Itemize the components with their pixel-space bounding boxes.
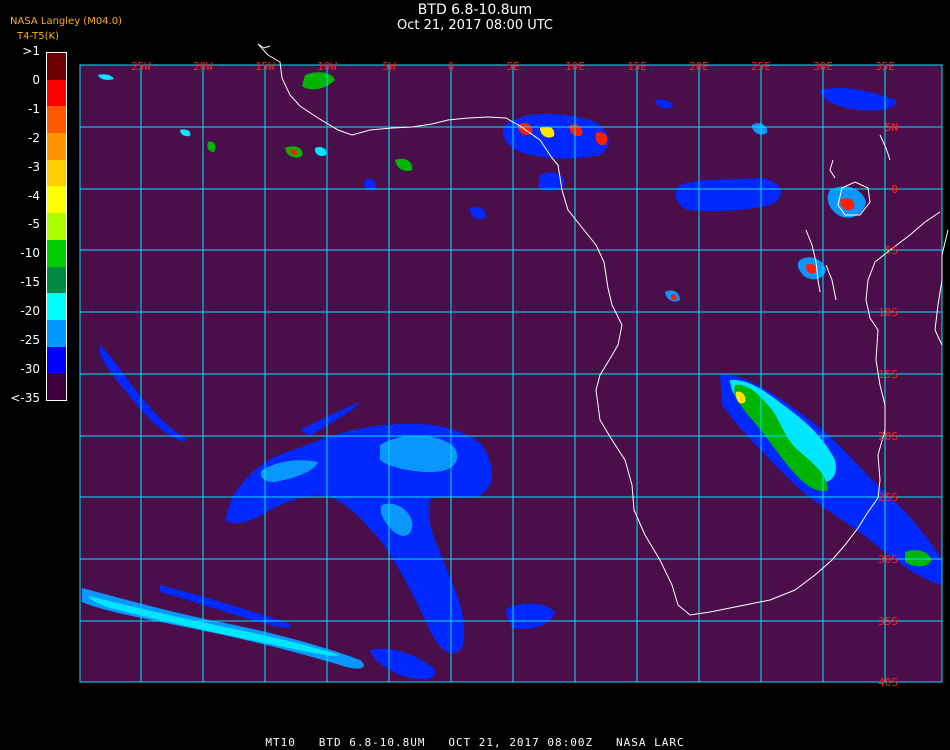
latitude-label: 30S — [878, 553, 898, 566]
source-label: NASA Langley (M04.0) — [10, 16, 122, 27]
legend-label: 0 — [32, 72, 40, 87]
latitude-label: 5N — [885, 121, 898, 134]
longitude-label: 35E — [875, 60, 895, 73]
legend-label: -2 — [28, 130, 40, 145]
legend-swatch — [47, 79, 66, 107]
legend-swatch — [47, 213, 66, 241]
map-title: BTD 6.8-10.8um — [417, 2, 533, 18]
legend-label: -15 — [20, 275, 40, 290]
legend-swatch — [47, 293, 66, 321]
legend-label: -4 — [28, 188, 40, 203]
satellite-map: 25W 20W 15W 10W 5W 0 5E 10E 15E 20E 25E 30E 35E 5N 0 5… — [79, 43, 949, 689]
map-timestamp: Oct 21, 2017 08:00 UTC — [397, 18, 553, 33]
latitude-label: 10S — [878, 306, 898, 319]
legend-swatch — [47, 373, 66, 401]
latitude-label: 40S — [878, 676, 898, 689]
longitude-label: 10E — [565, 60, 585, 73]
legend-label: -30 — [20, 361, 40, 376]
legend-label: >1 — [22, 44, 40, 58]
latitude-label: 25S — [878, 491, 898, 504]
legend-label: <-35 — [10, 390, 40, 405]
legend-swatch — [47, 133, 66, 161]
latitude-label: 20S — [878, 430, 898, 443]
longitude-label: 0 — [448, 60, 455, 73]
latitude-label: 35S — [878, 615, 898, 628]
legend-swatch — [47, 53, 66, 81]
latitude-label: 15S — [878, 368, 898, 381]
legend-label: -25 — [20, 333, 40, 347]
legend-label: -3 — [28, 159, 40, 174]
color-legend — [46, 52, 67, 401]
legend-swatch — [47, 159, 66, 187]
legend-label: -5 — [28, 217, 40, 232]
longitude-label: 15W — [255, 60, 275, 73]
longitude-label: 25W — [131, 60, 151, 73]
latitude-label: 5S — [885, 244, 898, 257]
longitude-label: 15E — [627, 60, 647, 73]
longitude-label: 30E — [813, 60, 833, 73]
longitude-label: 5E — [506, 60, 519, 73]
legend-label: -1 — [28, 101, 40, 116]
longitude-label: 20E — [689, 60, 709, 73]
units-label: T4-T5(K) — [17, 31, 59, 42]
legend-swatch — [47, 239, 66, 268]
legend-label: -20 — [20, 304, 40, 319]
legend-swatch — [47, 186, 66, 214]
legend-swatch — [47, 346, 66, 374]
legend-swatch — [47, 106, 66, 134]
footer-caption: MT10 BTD 6.8-10.8UM OCT 21, 2017 08:00Z … — [265, 736, 685, 749]
longitude-label: 20W — [193, 60, 213, 73]
longitude-label: 10W — [317, 60, 337, 73]
latitude-label: 0 — [891, 183, 898, 196]
legend-swatch — [47, 266, 66, 294]
longitude-label: 5W — [382, 60, 396, 73]
longitude-label: 25E — [751, 60, 771, 73]
legend-label: -10 — [20, 246, 40, 261]
legend-swatch — [47, 319, 66, 348]
